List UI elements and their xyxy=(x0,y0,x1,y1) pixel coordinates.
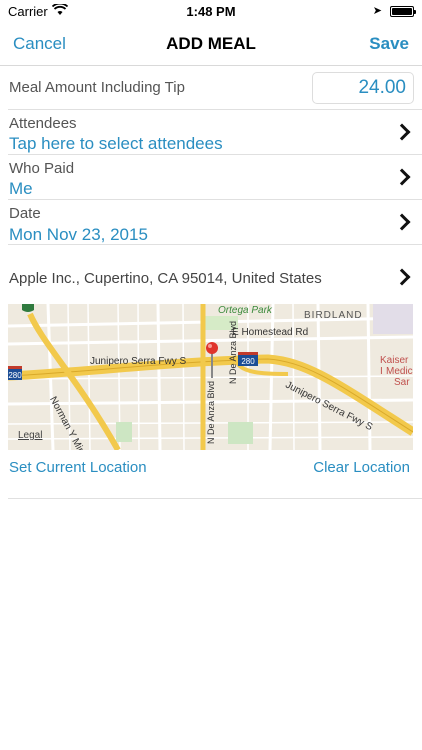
map-label-homestead: E Homestead Rd xyxy=(232,327,309,338)
map-label-birdland: BIRDLAND xyxy=(304,310,363,321)
map-label-ortega-park: Ortega Park xyxy=(218,305,272,316)
location-actions: Set Current Location Clear Location xyxy=(8,459,412,479)
clock: 1:48 PM xyxy=(186,4,236,19)
map-label-kaiser-2: Medic xyxy=(386,366,413,377)
date-row[interactable]: Date Mon Nov 23, 2015 xyxy=(8,200,422,245)
location-row[interactable]: Apple Inc., Cupertino, CA 95014, United … xyxy=(8,245,422,295)
highway-280-shield-icon: 280 xyxy=(238,352,258,366)
chevron-right-icon xyxy=(393,168,411,186)
meal-amount-label: Meal Amount Including Tip xyxy=(9,79,185,96)
map-pin-icon[interactable] xyxy=(206,340,222,378)
location-arrow-icon: ➤ xyxy=(372,5,382,17)
map-legal-link[interactable]: Legal xyxy=(18,430,42,441)
chevron-right-icon xyxy=(393,213,411,231)
chevron-right-icon xyxy=(393,123,411,141)
location-address: Apple Inc., Cupertino, CA 95014, United … xyxy=(9,270,322,287)
meal-amount-row: Meal Amount Including Tip 24.00 xyxy=(8,66,422,110)
page-title: ADD MEAL xyxy=(166,34,256,53)
meal-amount-input[interactable]: 24.00 xyxy=(312,72,414,104)
map-label-kaiser-3: Sar xyxy=(394,377,410,388)
highway-280-shield-icon: 280 xyxy=(8,366,22,380)
attendees-value: Tap here to select attendees xyxy=(9,134,223,153)
map-label-de-anza: N De Anza Blvd xyxy=(228,320,238,384)
set-current-location-button[interactable]: Set Current Location xyxy=(9,459,147,476)
chevron-right-icon xyxy=(393,268,411,286)
map-label-junipero: Junipero Serra Fwy S xyxy=(90,356,187,367)
date-label: Date xyxy=(9,205,41,222)
date-value: Mon Nov 23, 2015 xyxy=(9,225,148,244)
battery-icon xyxy=(390,6,416,17)
clear-location-button[interactable]: Clear Location xyxy=(313,459,410,476)
save-button[interactable]: Save xyxy=(369,34,409,54)
who-paid-row[interactable]: Who Paid Me xyxy=(8,155,422,200)
status-bar: Carrier 1:48 PM ➤ xyxy=(0,0,422,22)
attendees-label: Attendees xyxy=(9,115,77,132)
who-paid-value: Me xyxy=(9,179,33,198)
who-paid-label: Who Paid xyxy=(9,160,75,177)
map-label-de-anza-2: N De Anza Blvd xyxy=(206,380,216,444)
attendees-row[interactable]: Attendees Tap here to select attendees xyxy=(8,110,422,155)
divider xyxy=(8,498,422,499)
location-map[interactable]: Ortega Park BIRDLAND E Homestead Rd Juni… xyxy=(8,304,413,450)
navigation-bar: Cancel ADD MEAL Save xyxy=(0,22,422,66)
